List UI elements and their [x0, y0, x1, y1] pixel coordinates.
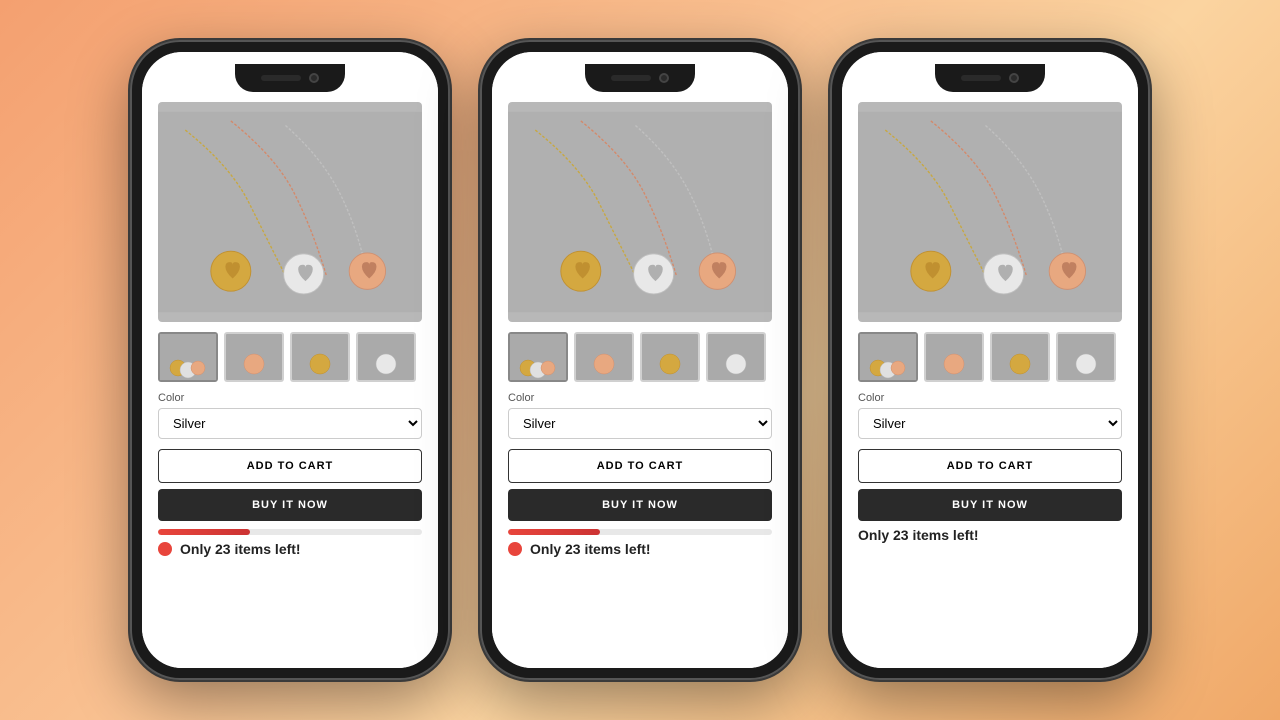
thumbnail-2-2[interactable] — [640, 332, 700, 382]
product-image-3 — [858, 102, 1122, 322]
phone-notch-3 — [935, 64, 1045, 92]
phone-screen-1: Color Silver Gold Rose Gold ADD TO CART … — [142, 52, 438, 668]
thumbnail-1-0[interactable] — [158, 332, 218, 382]
thumbnail-2-0[interactable] — [508, 332, 568, 382]
phone-1: Color Silver Gold Rose Gold ADD TO CART … — [130, 40, 450, 680]
stock-dot-1 — [158, 542, 172, 556]
phone-notch-2 — [585, 64, 695, 92]
product-image-1 — [158, 102, 422, 322]
notch-speaker-2 — [611, 75, 651, 81]
buy-now-button-3[interactable]: BUY IT NOW — [858, 489, 1122, 521]
stock-text-1: Only 23 items left! — [180, 541, 301, 557]
color-select-2[interactable]: Silver Gold Rose Gold — [508, 408, 772, 439]
color-label-1: Color — [158, 392, 422, 404]
notch-camera-2 — [659, 73, 669, 83]
phone-screen-3: Color Silver Gold Rose Gold ADD TO CART … — [842, 52, 1138, 668]
color-section-2: Color Silver Gold Rose Gold — [508, 392, 772, 439]
thumbnail-3-0[interactable] — [858, 332, 918, 382]
notch-camera-1 — [309, 73, 319, 83]
add-to-cart-button-1[interactable]: ADD TO CART — [158, 449, 422, 483]
notch-speaker-1 — [261, 75, 301, 81]
product-image-2 — [508, 102, 772, 322]
thumbnail-3-2[interactable] — [990, 332, 1050, 382]
stock-info-1: Only 23 items left! — [158, 541, 422, 557]
color-section-3: Color Silver Gold Rose Gold — [858, 392, 1122, 439]
stock-text-3: Only 23 items left! — [858, 527, 979, 543]
stock-bar-fill-1 — [158, 529, 250, 535]
thumbnail-2-1[interactable] — [574, 332, 634, 382]
thumbnail-1-1[interactable] — [224, 332, 284, 382]
notch-camera-3 — [1009, 73, 1019, 83]
phone-2: Color Silver Gold Rose Gold ADD TO CART … — [480, 40, 800, 680]
thumbnail-row-3 — [858, 332, 1122, 382]
phone-3: Color Silver Gold Rose Gold ADD TO CART … — [830, 40, 1150, 680]
thumbnail-1-2[interactable] — [290, 332, 350, 382]
buy-now-button-1[interactable]: BUY IT NOW — [158, 489, 422, 521]
color-select-3[interactable]: Silver Gold Rose Gold — [858, 408, 1122, 439]
thumbnail-2-3[interactable] — [706, 332, 766, 382]
screen-content-1: Color Silver Gold Rose Gold ADD TO CART … — [142, 52, 438, 668]
phone-screen-2: Color Silver Gold Rose Gold ADD TO CART … — [492, 52, 788, 668]
stock-bar-fill-2 — [508, 529, 600, 535]
phone-notch-1 — [235, 64, 345, 92]
thumbnail-row-1 — [158, 332, 422, 382]
color-label-2: Color — [508, 392, 772, 404]
screen-content-2: Color Silver Gold Rose Gold ADD TO CART … — [492, 52, 788, 668]
color-select-1[interactable]: Silver Gold Rose Gold — [158, 408, 422, 439]
stock-dot-2 — [508, 542, 522, 556]
add-to-cart-button-2[interactable]: ADD TO CART — [508, 449, 772, 483]
thumbnail-1-3[interactable] — [356, 332, 416, 382]
stock-text-2: Only 23 items left! — [530, 541, 651, 557]
stock-bar-1 — [158, 529, 422, 535]
thumbnail-row-2 — [508, 332, 772, 382]
thumbnail-3-1[interactable] — [924, 332, 984, 382]
color-section-1: Color Silver Gold Rose Gold — [158, 392, 422, 439]
buy-now-button-2[interactable]: BUY IT NOW — [508, 489, 772, 521]
notch-speaker-3 — [961, 75, 1001, 81]
stock-bar-2 — [508, 529, 772, 535]
thumbnail-3-3[interactable] — [1056, 332, 1116, 382]
stock-info-2: Only 23 items left! — [508, 541, 772, 557]
screen-content-3: Color Silver Gold Rose Gold ADD TO CART … — [842, 52, 1138, 668]
add-to-cart-button-3[interactable]: ADD TO CART — [858, 449, 1122, 483]
stock-info-3: Only 23 items left! — [858, 527, 1122, 543]
color-label-3: Color — [858, 392, 1122, 404]
